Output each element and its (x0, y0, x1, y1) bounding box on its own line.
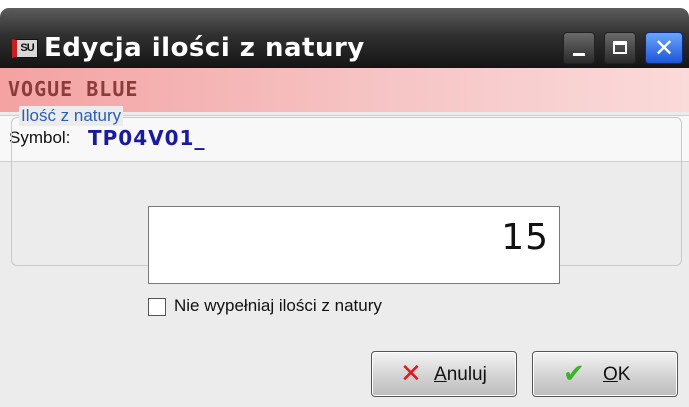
dialog-window: SU Edycja ilości z natury ✕ VOGUE BLUE S… (0, 0, 689, 407)
quantity-input[interactable]: 15 (148, 206, 560, 284)
maximize-icon (613, 41, 627, 54)
skip-quantity-label[interactable]: Nie wypełniaj ilości z natury (174, 296, 382, 316)
app-icon: SU (12, 39, 38, 58)
quantity-group-legend: Ilość z natury (19, 106, 124, 126)
ok-button-label: OK (603, 364, 631, 385)
title-bar[interactable]: SU Edycja ilości z natury ✕ (0, 8, 689, 68)
close-button[interactable]: ✕ (645, 32, 683, 64)
window-title: Edycja ilości z natury (44, 33, 365, 63)
quantity-value: 15 (501, 217, 549, 258)
cancel-button-label: Anuluj (434, 364, 487, 385)
minimize-button[interactable] (563, 32, 595, 64)
ok-button[interactable]: ✔ OK (532, 351, 678, 397)
skip-quantity-checkbox[interactable] (148, 298, 166, 316)
product-name: VOGUE BLUE (8, 77, 139, 101)
close-icon: ✕ (653, 34, 675, 62)
cancel-button[interactable]: ✕ Anuluj (371, 351, 517, 397)
checkmark-icon: ✔ (563, 359, 585, 389)
maximize-button[interactable] (604, 32, 636, 64)
x-icon: ✕ (400, 359, 422, 389)
minimize-icon (573, 53, 585, 56)
